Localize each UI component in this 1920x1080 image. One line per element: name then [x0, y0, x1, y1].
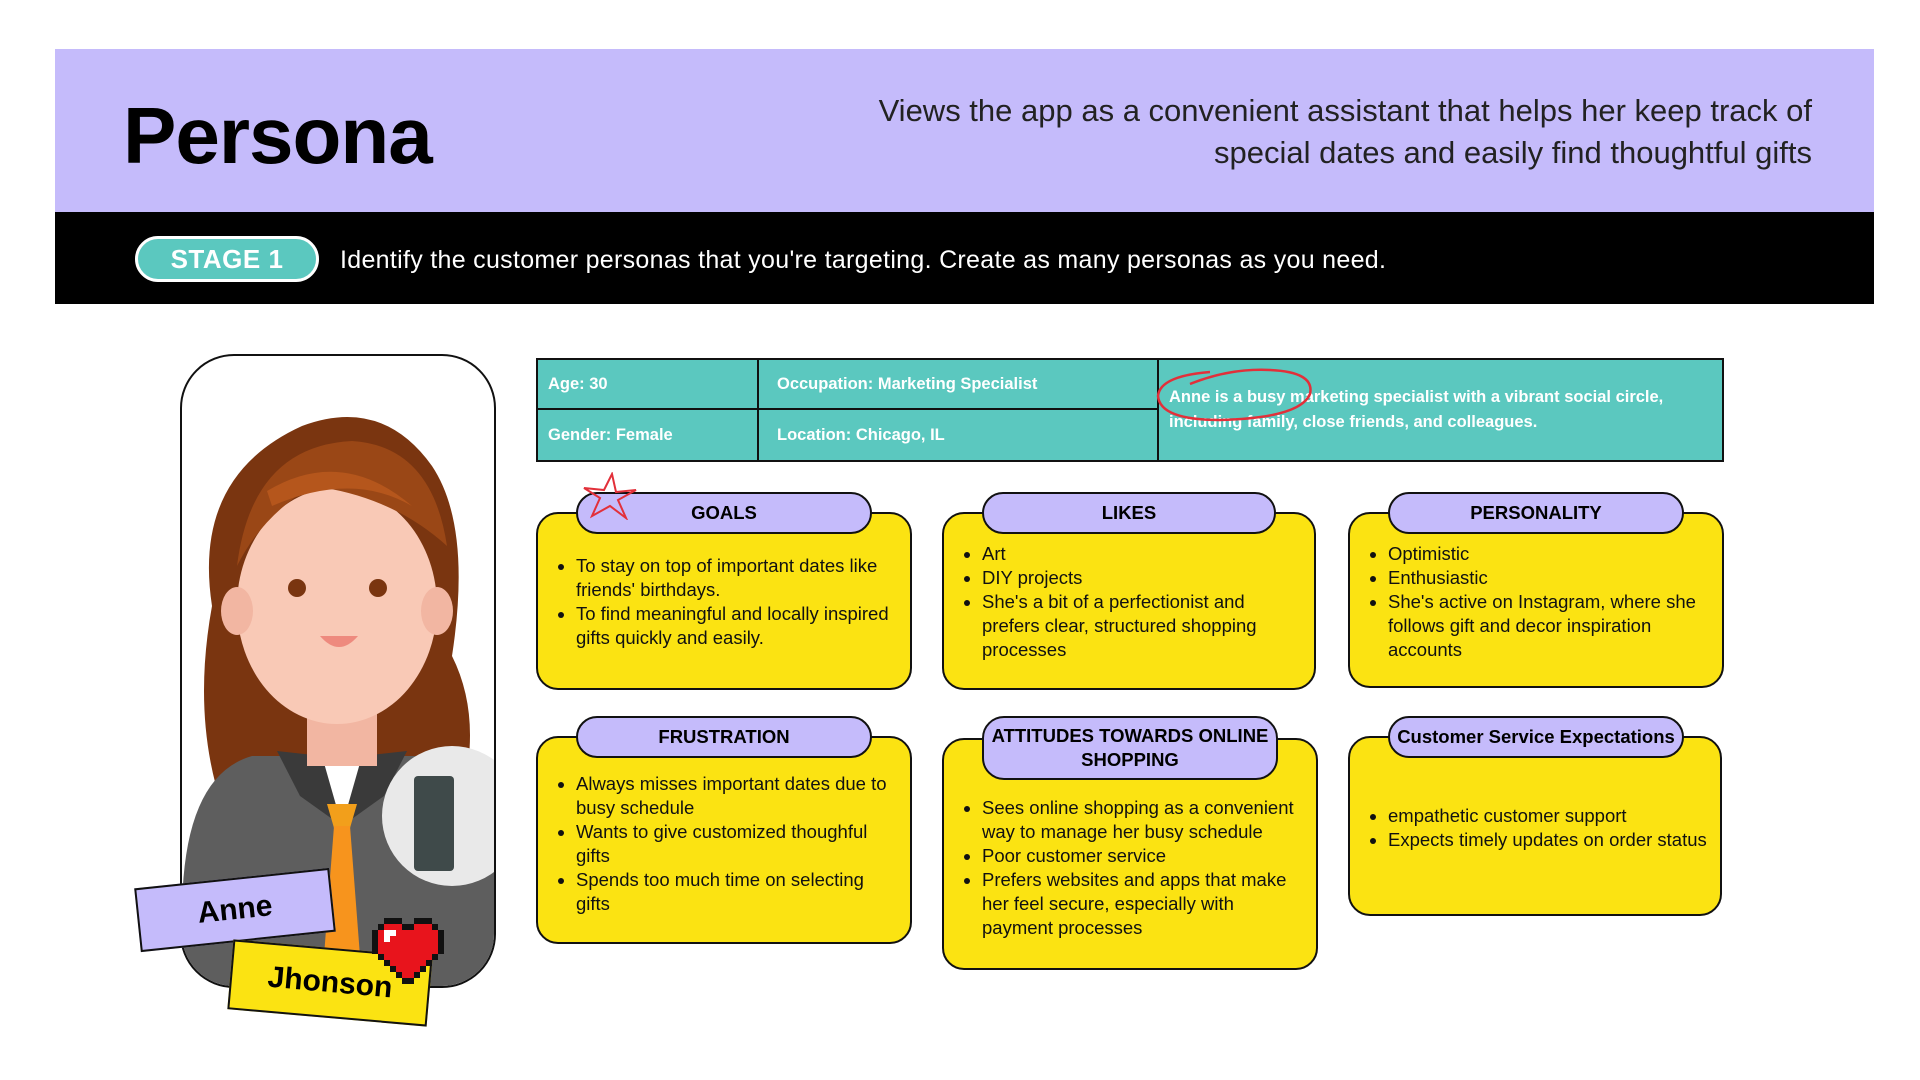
list-item: Optimistic [1388, 542, 1710, 566]
list-item: Expects timely updates on order status [1388, 828, 1714, 852]
list-item: Sees online shopping as a convenient way… [982, 796, 1306, 844]
personality-list: Optimistic Enthusiastic She's active on … [1366, 542, 1722, 662]
frustration-title: FRUSTRATION [576, 716, 872, 758]
likes-card: Art DIY projects She's a bit of a perfec… [942, 512, 1316, 690]
occupation-cell: Occupation: Marketing Specialist [759, 360, 1159, 410]
stage-instruction: Identify the customer personas that you'… [340, 246, 1387, 274]
list-item: DIY projects [982, 566, 1302, 590]
likes-title: LIKES [982, 492, 1276, 534]
gender-cell: Gender: Female [538, 410, 759, 460]
location-cell: Location: Chicago, IL [759, 410, 1159, 460]
red-circle-annotation [1156, 368, 1312, 422]
attitudes-title: ATTITUDES TOWARDS ONLINE SHOPPING [982, 716, 1278, 780]
service-expectations-title: Customer Service Expectations [1388, 716, 1684, 758]
page-subtitle: Views the app as a convenient assistant … [878, 93, 1812, 170]
list-item: To find meaningful and locally inspired … [576, 602, 898, 650]
list-item: To stay on top of important dates like f… [576, 554, 898, 602]
pixel-heart-icon [372, 918, 444, 984]
list-item: She's active on Instagram, where she fol… [1388, 590, 1710, 662]
list-item: She's a bit of a perfectionist and prefe… [982, 590, 1302, 662]
list-item: Art [982, 542, 1302, 566]
list-item: Wants to give customized thoughful gifts [576, 820, 898, 868]
page-title: Persona [123, 91, 433, 180]
list-item: Always misses important dates due to bus… [576, 772, 898, 820]
service-expectations-list: empathetic customer support Expects time… [1366, 804, 1720, 852]
age-cell: Age: 30 [538, 360, 759, 410]
goals-card: To stay on top of important dates like f… [536, 512, 912, 690]
star-doodle-icon [583, 472, 637, 520]
service-expectations-card: empathetic customer support Expects time… [1348, 736, 1722, 916]
list-item: Spends too much time on selecting gifts [576, 868, 898, 916]
frustration-list: Always misses important dates due to bus… [554, 772, 910, 916]
personality-card: Optimistic Enthusiastic She's active on … [1348, 512, 1724, 688]
list-item: Poor customer service [982, 844, 1306, 868]
goals-list: To stay on top of important dates like f… [554, 554, 910, 650]
frustration-card: Always misses important dates due to bus… [536, 736, 912, 944]
personality-title: PERSONALITY [1388, 492, 1684, 534]
list-item: Enthusiastic [1388, 566, 1710, 590]
list-item: empathetic customer support [1388, 804, 1714, 828]
likes-list: Art DIY projects She's a bit of a perfec… [960, 542, 1314, 662]
persona-info-table: Age: 30 Gender: Female Occupation: Marke… [536, 358, 1724, 462]
attitudes-list: Sees online shopping as a convenient way… [960, 796, 1316, 940]
stage-badge: STAGE 1 [135, 236, 319, 282]
list-item: Prefers websites and apps that make her … [982, 868, 1306, 940]
